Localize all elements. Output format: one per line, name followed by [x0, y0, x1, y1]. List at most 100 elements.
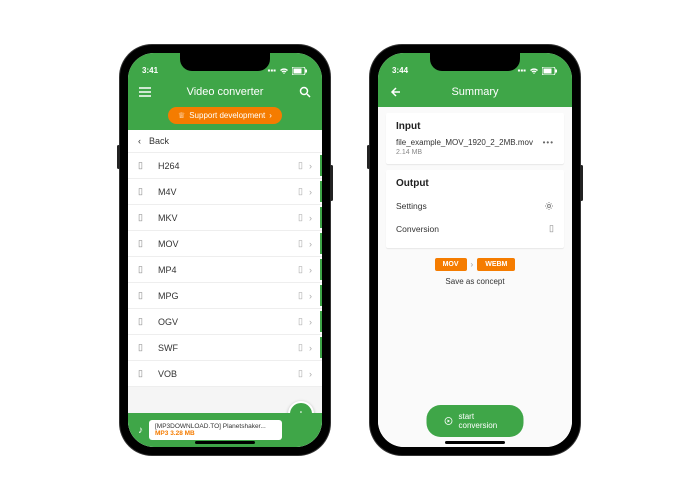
chevron-right-icon: › — [309, 187, 312, 197]
format-item-h264[interactable]: ▯ H264 ▯ › — [128, 153, 322, 179]
app-header: Video converter — [128, 77, 322, 107]
battery-icon — [542, 67, 558, 75]
output-section: Output Settings Conversion ▯ — [386, 170, 564, 248]
conversion-row[interactable]: Conversion ▯ — [396, 217, 554, 240]
status-indicators: ▪▪▪ — [267, 66, 308, 75]
phone-right: 3:44 ▪▪▪ Summary Input file_ex — [370, 45, 580, 455]
screen-right: 3:44 ▪▪▪ Summary Input file_ex — [378, 53, 572, 447]
back-arrow-icon[interactable] — [388, 85, 402, 99]
device-icon: ▯ — [298, 212, 303, 223]
menu-icon[interactable] — [138, 85, 152, 99]
accent-bar — [320, 233, 322, 254]
chevron-left-icon: ‹ — [138, 136, 141, 146]
status-time: 3:41 — [142, 66, 158, 75]
file-icon: ▯ — [138, 290, 148, 301]
screen-left: 3:41 ▪▪▪ Video converter ♕ — [128, 53, 322, 447]
accent-bar — [320, 155, 322, 176]
queue-item[interactable]: [MP3DOWNLOAD.TO] Planetshaker... MP3 3.2… — [149, 420, 282, 440]
format-label: MP4 — [158, 265, 298, 275]
chevron-right-icon: › — [309, 317, 312, 327]
battery-icon — [292, 67, 308, 75]
device-icon: ▯ — [298, 186, 303, 197]
more-icon[interactable]: ••• — [543, 138, 554, 147]
device-icon: ▯ — [549, 223, 554, 234]
settings-label: Settings — [396, 201, 427, 211]
device-icon: ▯ — [298, 238, 303, 249]
accent-bar — [320, 259, 322, 280]
signal-icon: ▪▪▪ — [267, 66, 276, 75]
conversion-badges: MOV › WEBM — [378, 258, 572, 271]
support-banner: ♕ Support development › — [128, 107, 322, 130]
accent-bar — [320, 311, 322, 332]
page-title: Video converter — [187, 86, 264, 98]
device-icon: ▯ — [298, 368, 303, 379]
conversion-label: Conversion — [396, 224, 439, 234]
format-item-mpg[interactable]: ▯ MPG ▯ › — [128, 283, 322, 309]
home-indicator — [195, 441, 255, 444]
start-label: start conversion — [459, 412, 506, 430]
queue-filename: [MP3DOWNLOAD.TO] Planetshaker... — [155, 423, 276, 430]
accent-bar — [320, 285, 322, 306]
content-area: ‹ Back ▯ H264 ▯ › ▯ M4V ▯ › — [128, 130, 322, 447]
file-icon: ▯ — [138, 342, 148, 353]
device-icon: ▯ — [298, 160, 303, 171]
format-label: MKV — [158, 213, 298, 223]
file-icon: ▯ — [138, 160, 148, 171]
format-list: ▯ H264 ▯ › ▯ M4V ▯ › ▯ MKV ▯ › — [128, 153, 322, 387]
file-icon: ▯ — [138, 212, 148, 223]
format-label: MOV — [158, 239, 298, 249]
device-icon: ▯ — [298, 342, 303, 353]
input-filename: file_example_MOV_1920_2_2MB.mov — [396, 138, 533, 147]
start-conversion-button[interactable]: start conversion — [427, 405, 524, 437]
search-icon[interactable] — [298, 85, 312, 99]
format-item-swf[interactable]: ▯ SWF ▯ › — [128, 335, 322, 361]
input-section: Input file_example_MOV_1920_2_2MB.mov ••… — [386, 113, 564, 164]
device-icon: ▯ — [298, 290, 303, 301]
chevron-right-icon: › — [269, 111, 272, 120]
app-header: Summary — [378, 77, 572, 107]
file-icon: ▯ — [138, 186, 148, 197]
format-item-mkv[interactable]: ▯ MKV ▯ › — [128, 205, 322, 231]
input-file-row[interactable]: file_example_MOV_1920_2_2MB.mov ••• — [396, 138, 554, 147]
phone-left: 3:41 ▪▪▪ Video converter ♕ — [120, 45, 330, 455]
play-icon — [445, 417, 453, 425]
format-label: OGV — [158, 317, 298, 327]
source-format-badge: MOV — [435, 258, 467, 271]
wifi-icon — [279, 67, 289, 75]
format-label: H264 — [158, 161, 298, 171]
back-button[interactable]: ‹ Back — [128, 130, 322, 153]
file-icon: ▯ — [138, 368, 148, 379]
file-icon: ▯ — [138, 316, 148, 327]
settings-row[interactable]: Settings — [396, 195, 554, 217]
format-label: M4V — [158, 187, 298, 197]
save-as-concept-button[interactable]: Save as concept — [378, 277, 572, 286]
accent-bar — [320, 207, 322, 228]
format-item-mp4[interactable]: ▯ MP4 ▯ › — [128, 257, 322, 283]
chevron-right-icon: › — [309, 161, 312, 171]
chevron-right-icon: › — [309, 369, 312, 379]
queue-size: 3.28 MB — [170, 430, 195, 437]
format-item-ogv[interactable]: ▯ OGV ▯ › — [128, 309, 322, 335]
format-item-mov[interactable]: ▯ MOV ▯ › — [128, 231, 322, 257]
accent-bar — [320, 181, 322, 202]
wifi-icon — [529, 67, 539, 75]
device-icon: ▯ — [298, 316, 303, 327]
format-label: MPG — [158, 291, 298, 301]
chevron-right-icon: › — [309, 213, 312, 223]
support-label: Support development — [189, 111, 265, 120]
chevron-right-icon: › — [309, 291, 312, 301]
format-item-vob[interactable]: ▯ VOB ▯ › — [128, 361, 322, 387]
support-development-button[interactable]: ♕ Support development › — [168, 107, 282, 124]
chevron-right-icon: › — [471, 260, 474, 269]
chevron-right-icon: › — [309, 343, 312, 353]
input-filesize: 2.14 MB — [396, 149, 554, 156]
queue-format: MP3 — [155, 430, 168, 437]
format-item-m4v[interactable]: ▯ M4V ▯ › — [128, 179, 322, 205]
signal-icon: ▪▪▪ — [517, 66, 526, 75]
file-icon: ▯ — [138, 238, 148, 249]
back-label: Back — [149, 136, 169, 146]
file-icon: ▯ — [138, 264, 148, 275]
crown-icon: ♕ — [178, 111, 185, 120]
home-indicator — [445, 441, 505, 444]
gear-icon[interactable] — [544, 201, 554, 211]
